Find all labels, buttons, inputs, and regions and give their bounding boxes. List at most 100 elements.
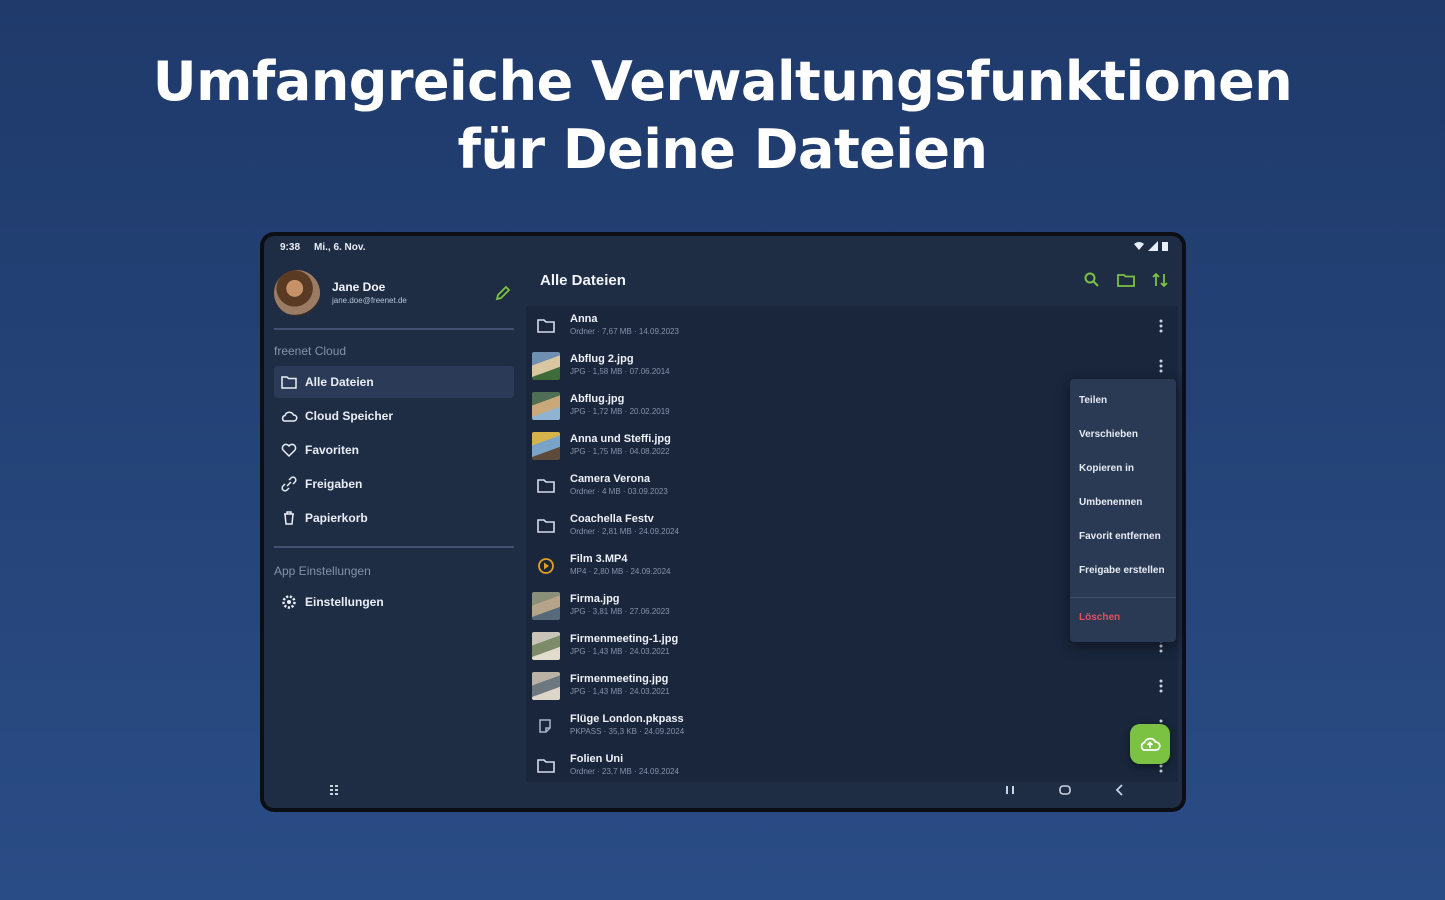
battery-icon — [1162, 242, 1168, 251]
context-menu-item[interactable]: Teilen — [1079, 395, 1107, 406]
file-meta: JPG · 1,43 MB · 24.03.2021 — [570, 647, 670, 656]
navigation-drawer: Jane Doe jane.doe@freenet.de freenet Clo… — [264, 258, 522, 778]
file-row[interactable]: Anna Ordner · 7,67 MB · 14.09.2023 — [526, 306, 1178, 346]
profile-name: Jane Doe — [332, 280, 386, 294]
file-meta: JPG · 1,72 MB · 20.02.2019 — [570, 407, 670, 416]
sidebar-item-favoriten[interactable]: Favoriten — [274, 434, 514, 466]
file-name: Camera Verona — [570, 473, 651, 485]
folder-icon — [537, 479, 555, 493]
edit-icon[interactable] — [492, 282, 514, 304]
apps-icon[interactable] — [328, 782, 344, 798]
cloud-upload-icon — [1140, 737, 1161, 751]
photo-thumbnail — [532, 632, 560, 660]
sidebar-item-alle-dateien[interactable]: Alle Dateien — [274, 366, 514, 398]
video-icon — [538, 558, 554, 574]
status-time: 9:38 — [280, 242, 301, 253]
app-bar: Alle Dateien — [526, 258, 1178, 302]
cloud-icon — [281, 411, 298, 422]
photo-thumbnail — [532, 352, 560, 380]
status-date: Mi., 6. Nov. — [314, 242, 366, 253]
sidebar-item-label: Papierkorb — [305, 511, 368, 525]
context-menu-item[interactable]: Kopieren in — [1079, 463, 1134, 474]
context-menu-item[interactable]: Freigabe erstellen — [1079, 565, 1165, 576]
context-menu-item[interactable]: Umbenennen — [1079, 497, 1142, 508]
headline-line-2: für Deine Dateien — [457, 118, 988, 181]
search-icon[interactable] — [1082, 270, 1102, 290]
file-name: Coachella Festv — [570, 513, 654, 525]
file-name: Firmenmeeting-1.jpg — [570, 633, 679, 645]
recents-icon[interactable] — [1002, 782, 1018, 798]
gear-icon — [282, 595, 296, 609]
status-bar: 9:38 Mi., 6. Nov. — [264, 236, 1182, 258]
new-folder-icon[interactable] — [1116, 270, 1136, 290]
back-icon[interactable] — [1112, 782, 1128, 798]
profile-header[interactable]: Jane Doe jane.doe@freenet.de — [274, 270, 514, 316]
tablet-screen: 9:38 Mi., 6. Nov. Jane Doe jane.doe@free… — [264, 236, 1182, 808]
file-meta: PKPASS · 35,3 KB · 24.09.2024 — [570, 727, 685, 736]
link-icon — [281, 476, 297, 492]
sidebar-item-cloud-speicher[interactable]: Cloud Speicher — [274, 400, 514, 432]
headline-line-1: Umfangreiche Verwaltungsfunktionen — [152, 50, 1293, 113]
section-label-cloud: freenet Cloud — [274, 344, 347, 358]
photo-thumbnail — [532, 392, 560, 420]
home-icon[interactable] — [1057, 782, 1073, 798]
file-meta: JPG · 1,75 MB · 04.08.2022 — [570, 447, 670, 456]
photo-thumbnail — [532, 592, 560, 620]
file-name: Anna — [570, 313, 598, 325]
file-meta: Ordner · 4 MB · 03.09.2023 — [570, 487, 668, 496]
file-name: Anna und Steffi.jpg — [570, 433, 671, 445]
photo-thumbnail — [532, 432, 560, 460]
file-name: Flüge London.pkpass — [570, 713, 684, 725]
file-name: Abflug.jpg — [570, 393, 625, 405]
menu-divider — [1070, 597, 1176, 598]
file-meta: MP4 · 2,80 MB · 24.09.2024 — [570, 567, 671, 576]
file-row[interactable]: Firmenmeeting.jpg JPG · 1,43 MB · 24.03.2… — [526, 666, 1178, 706]
heart-icon — [281, 443, 297, 458]
file-meta: JPG · 3,81 MB · 27.06.2023 — [570, 607, 670, 616]
page-title: Alle Dateien — [540, 272, 626, 289]
file-name: Abflug 2.jpg — [570, 353, 634, 365]
context-menu-item[interactable]: Favorit entfernen — [1079, 531, 1161, 542]
sidebar-item-freigaben[interactable]: Freigaben — [274, 468, 514, 500]
sidebar-item-label: Einstellungen — [305, 595, 384, 609]
signal-icon — [1148, 241, 1159, 251]
upload-fab[interactable] — [1130, 724, 1170, 764]
section-label-settings: App Einstellungen — [274, 564, 371, 578]
more-vert-icon[interactable] — [1158, 318, 1164, 334]
file-meta: Ordner · 2,81 MB · 24.09.2024 — [570, 527, 679, 536]
photo-thumbnail — [532, 672, 560, 700]
file-name: Film 3.MP4 — [570, 553, 628, 565]
context-menu-delete[interactable]: Löschen — [1079, 612, 1120, 623]
file-row[interactable]: Flüge London.pkpass PKPASS · 35,3 KB · 24… — [526, 706, 1178, 746]
sidebar-item-label: Alle Dateien — [305, 375, 374, 389]
file-meta: JPG · 1,43 MB · 24.03.2021 — [570, 687, 670, 696]
avatar[interactable] — [274, 270, 320, 316]
wifi-icon — [1133, 242, 1144, 250]
sidebar-item-papierkorb[interactable]: Papierkorb — [274, 502, 514, 534]
drawer-divider — [274, 328, 514, 330]
tablet-frame: 9:38 Mi., 6. Nov. Jane Doe jane.doe@free… — [260, 232, 1186, 812]
headline: Umfangreiche Verwaltungsfunktionen für D… — [0, 48, 1445, 184]
status-icons — [1133, 241, 1168, 253]
system-nav-bar — [264, 772, 1182, 808]
drawer-divider — [274, 546, 514, 548]
file-name: Firmenmeeting.jpg — [570, 673, 669, 685]
file-name: Firma.jpg — [570, 593, 620, 605]
sidebar-item-einstellungen[interactable]: Einstellungen — [274, 586, 514, 618]
trash-icon — [284, 511, 294, 525]
sidebar-item-label: Favoriten — [305, 443, 360, 457]
file-meta: JPG · 1,58 MB · 07.06.2014 — [570, 367, 670, 376]
file-meta: Ordner · 7,67 MB · 14.09.2023 — [570, 327, 679, 336]
more-vert-icon[interactable] — [1158, 358, 1164, 374]
folder-icon — [281, 376, 297, 389]
context-menu: Teilen Verschieben Kopieren in Umbenennen Fa… — [1070, 379, 1176, 642]
folder-icon — [537, 319, 555, 333]
file-icon — [539, 719, 551, 733]
profile-email: jane.doe@freenet.de — [332, 296, 407, 305]
folder-icon — [537, 519, 555, 533]
context-menu-item[interactable]: Verschieben — [1079, 429, 1138, 440]
sidebar-item-label: Freigaben — [305, 477, 363, 491]
file-name: Folien Uni — [570, 753, 624, 765]
sort-icon[interactable] — [1150, 270, 1170, 290]
more-vert-icon[interactable] — [1158, 678, 1164, 694]
